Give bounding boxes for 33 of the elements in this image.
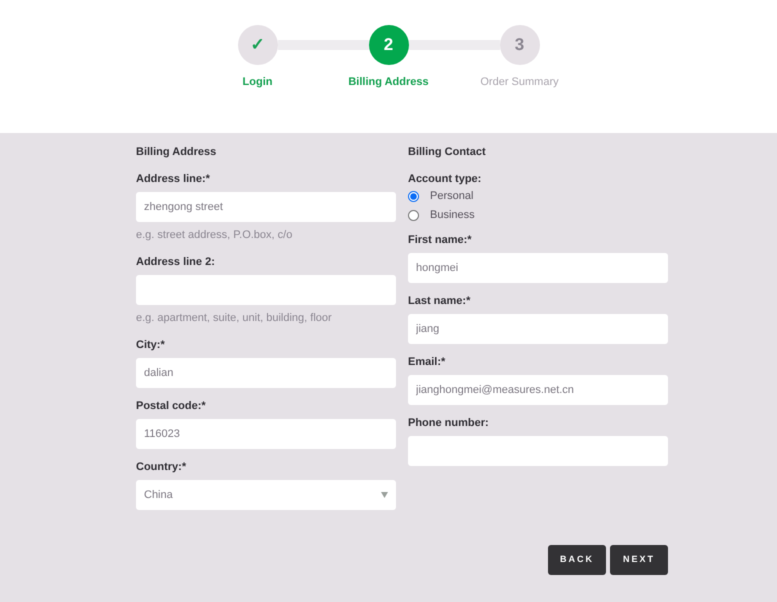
input-field[interactable]: 116023 (136, 419, 396, 449)
input-field[interactable]: hongmei (408, 253, 668, 283)
field-label: Email:* (408, 355, 446, 369)
field-label: Phone number: (408, 416, 490, 430)
field-label: Postal code:* (136, 399, 207, 413)
section-title: Billing Address (136, 145, 218, 159)
field-label: Account type: (408, 172, 482, 186)
field-hint: e.g. street address, P.O.box, c/o (136, 228, 294, 242)
caret-icon (381, 492, 388, 498)
step-label: Login (242, 75, 272, 90)
field-label: Country:* (136, 460, 188, 474)
step-label: Order Summary (480, 75, 559, 90)
input-field[interactable]: zhengong street (136, 192, 396, 222)
input-field[interactable]: jiang (408, 314, 668, 344)
step-label: Billing Address (348, 75, 429, 90)
radio-label: Business (430, 208, 475, 224)
field-label: First name:* (408, 233, 473, 247)
field-label: Address line:* (136, 172, 211, 186)
field-label: City:* (136, 338, 166, 352)
input-field[interactable] (408, 436, 668, 466)
radio-label: Personal (430, 189, 474, 204)
field-label: Address line 2: (136, 255, 216, 269)
radio-button[interactable] (408, 191, 419, 202)
country-dropdown[interactable]: China (136, 480, 396, 510)
radio-button[interactable] (408, 210, 419, 221)
next-button[interactable]: NEXT (610, 545, 668, 575)
field-label: Last name:* (408, 294, 472, 308)
input-field[interactable]: dalian (136, 358, 396, 388)
input-field[interactable] (136, 275, 396, 305)
field-hint: e.g. apartment, suite, unit, building, floor (136, 311, 333, 325)
input-field[interactable]: jianghongmei@measures.net.cn (408, 375, 668, 405)
back-button[interactable]: BACK (548, 545, 606, 575)
section-title: Billing Contact (408, 145, 487, 159)
